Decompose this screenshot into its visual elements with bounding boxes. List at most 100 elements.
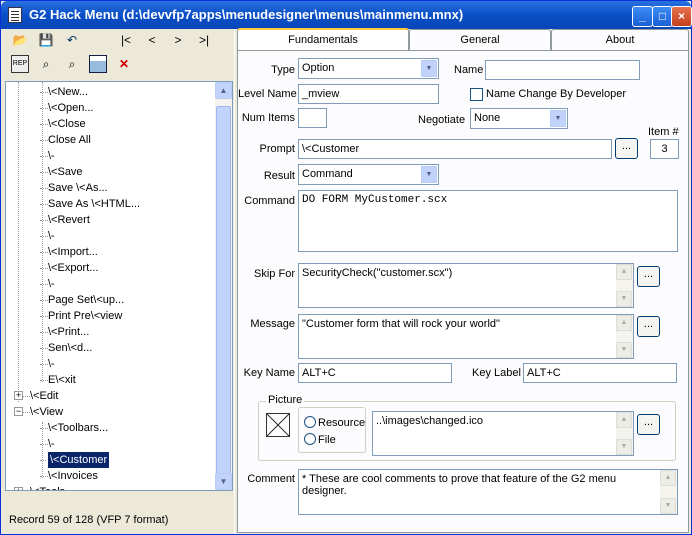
tree-item[interactable]: \<Customer [46,451,111,469]
tree-item[interactable]: E\<xit [48,372,76,388]
tree-item[interactable]: Print Pre\<view [48,308,122,324]
tree-item[interactable]: \- [48,356,55,372]
report-icon[interactable]: REP [11,55,29,73]
tree-connector [40,284,48,285]
item-number-field[interactable]: 3 [650,139,679,159]
expand-edit-icon[interactable]: + [14,391,23,400]
tree-item[interactable]: \<Import... [48,244,98,260]
negotiate-select[interactable]: None ▼ [470,108,568,129]
tree-item[interactable]: \<Revert [48,212,90,228]
tree-connector [40,188,48,189]
resource-radio[interactable] [304,416,316,428]
close-button[interactable]: × [671,6,692,27]
tab-about[interactable]: About [551,29,689,51]
save-disk-icon[interactable]: 💾 [37,31,55,49]
tree-connector [40,348,48,349]
tree-item[interactable]: Save As \<HTML... [48,196,140,212]
tree-item[interactable]: Save \<As... [48,180,108,196]
tree-item[interactable]: \<Export... [48,260,98,276]
tab-strip: Fundamentals General About [237,28,689,52]
prev-record-button[interactable]: < [143,31,161,49]
negotiate-value: None [474,112,501,124]
binoculars-icon[interactable]: ⌕ [37,55,55,73]
resource-label: Resource [318,417,366,429]
tree-connector [40,428,48,429]
level-name-field[interactable]: _mview [298,84,439,104]
picture-field[interactable]: ..\images\changed.ico ▲ ▼ [372,411,634,456]
main-window: G2 Hack Menu (d:\devvfp7apps\menudesigne… [0,0,692,535]
skip-scrollbar[interactable]: ▲ ▼ [616,264,633,307]
skip-for-field[interactable]: SecurityCheck("customer.scx") ▲ ▼ [298,263,634,308]
first-record-button[interactable]: |< [117,31,135,49]
tree-connector [40,444,48,445]
menu-tree[interactable]: \<New... \<Open... \<Close Close All \- \<Sav… [5,81,233,491]
file-radio[interactable] [304,433,316,445]
scroll-down-icon[interactable]: ▼ [215,473,232,490]
command-field[interactable]: DO FORM MyCustomer.scx [298,190,678,252]
tab-general[interactable]: General [409,29,551,51]
prompt-ellipsis-button[interactable]: ... [615,138,638,159]
collapse-view-icon[interactable]: − [14,407,23,416]
chevron-down-icon[interactable]: ▼ [550,110,566,127]
comment-label: Comment [247,473,295,485]
tree-item[interactable]: \<Toolbars... [48,420,108,436]
tree-connector [40,268,48,269]
tree-item[interactable]: \<View [30,404,63,420]
comment-field[interactable]: * These are cool comments to prove that … [298,469,678,515]
tree-item[interactable]: \<Print... [48,324,89,340]
scroll-thumb[interactable] [216,106,231,476]
tree-item[interactable]: \<Save [48,164,83,180]
tree-item[interactable]: Sen\<d... [48,340,92,356]
tree-connector [40,92,48,93]
maximize-button[interactable]: □ [652,6,673,27]
delete-row-icon[interactable]: ✕ [115,55,133,73]
message-scrollbar[interactable]: ▲ ▼ [616,315,633,358]
picture-ellipsis-button[interactable]: ... [637,414,660,435]
skip-for-value: SecurityCheck("customer.scx") [302,267,453,279]
grid-icon[interactable] [89,55,107,73]
tree-connector [40,236,48,237]
tree-item[interactable]: \<New... [48,84,88,100]
tree-item[interactable]: Close All [48,132,91,148]
message-ellipsis-button[interactable]: ... [637,316,660,337]
prompt-field[interactable]: \<Customer [298,139,612,159]
name-change-label: Name Change By Developer [486,88,627,100]
tree-connector [40,364,48,365]
expand-tools-icon[interactable]: + [14,487,23,490]
tree-item[interactable]: \<Close [48,116,86,132]
tree-item[interactable]: \- [48,148,55,164]
chevron-down-icon[interactable]: ▼ [421,166,437,183]
tree-scrollbar[interactable]: ▲ ▼ [215,82,232,490]
chevron-down-icon[interactable]: ▼ [421,60,437,77]
undo-icon[interactable]: ↶ [63,31,81,49]
name-field[interactable] [485,60,640,80]
key-label-field[interactable]: ALT+C [523,363,677,383]
num-items-field[interactable] [298,108,327,128]
tree-item[interactable]: Page Set\<up... [48,292,124,308]
result-select[interactable]: Command ▼ [298,164,439,185]
tree-connector [40,316,48,317]
type-label: Type [271,64,295,76]
name-change-checkbox[interactable] [470,88,483,101]
skip-ellipsis-button[interactable]: ... [637,266,660,287]
tree-item[interactable]: \- [48,276,55,292]
comment-scrollbar[interactable]: ▲ ▼ [660,470,677,514]
tree-item[interactable]: \- [48,228,55,244]
tree-item[interactable]: \- [48,436,55,452]
tree-item[interactable]: \<Invoices [48,468,98,484]
tree-item[interactable]: \<Open... [48,100,94,116]
tree-item[interactable]: \<Edit [30,388,58,404]
key-name-field[interactable]: ALT+C [298,363,452,383]
next-record-button[interactable]: > [169,31,187,49]
tab-fundamentals[interactable]: Fundamentals [237,28,409,52]
message-field[interactable]: "Customer form that will rock your world… [298,314,634,359]
tree-item[interactable]: \<Tools [30,484,65,490]
picture-scrollbar[interactable]: ▲ ▼ [616,412,633,455]
type-select[interactable]: Option ▼ [298,58,439,79]
find-next-icon[interactable]: ⌕ [63,55,81,73]
minimize-button[interactable]: _ [632,6,653,27]
status-bar-text: Record 59 of 128 (VFP 7 format) [9,514,169,526]
open-folder-icon[interactable]: 📂 [11,31,29,49]
scroll-up-icon[interactable]: ▲ [215,82,232,99]
last-record-button[interactable]: >| [195,31,213,49]
